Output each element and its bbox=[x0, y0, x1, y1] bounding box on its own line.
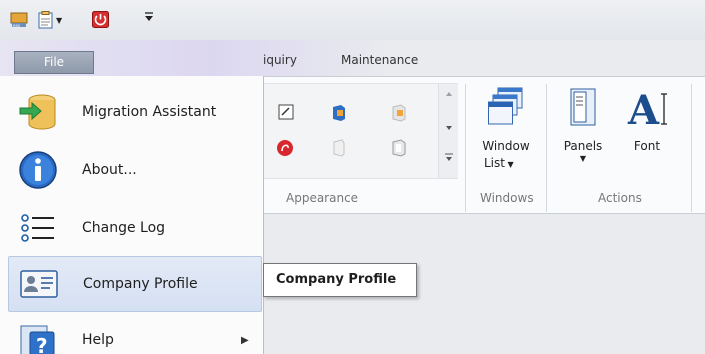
panels-label: Panels bbox=[563, 139, 603, 153]
font-button[interactable]: A Font bbox=[618, 84, 676, 184]
svg-text:A: A bbox=[627, 87, 660, 130]
clipboard-button[interactable]: ▼ bbox=[38, 11, 62, 29]
theme-icon-5[interactable] bbox=[331, 139, 347, 157]
power-icon bbox=[92, 11, 109, 28]
gallery-scrollbar[interactable] bbox=[438, 84, 458, 178]
customize-qat-icon bbox=[145, 12, 153, 21]
theme-icon-2[interactable] bbox=[331, 104, 347, 122]
chevron-right-icon: ▶ bbox=[241, 334, 249, 346]
font-label: Font bbox=[633, 139, 661, 153]
chevron-down-icon: ▼ bbox=[56, 15, 63, 25]
group-label-windows: Windows bbox=[480, 191, 534, 205]
customize-qat-button[interactable] bbox=[144, 9, 154, 23]
font-icon: A bbox=[627, 87, 667, 130]
menu-item-label: Migration Assistant bbox=[82, 104, 217, 120]
info-icon bbox=[19, 151, 57, 189]
menu-item-change-log[interactable]: Change Log bbox=[8, 200, 262, 256]
window-list-label-line1: Window bbox=[482, 139, 530, 153]
database-arrow-icon bbox=[19, 94, 56, 130]
menu-item-label: Help bbox=[82, 332, 114, 348]
list-icon bbox=[21, 214, 54, 242]
clipboard-icon bbox=[38, 11, 53, 29]
group-separator bbox=[465, 84, 466, 212]
id-card-icon bbox=[20, 270, 58, 298]
panels-icon bbox=[570, 88, 596, 126]
menu-item-about[interactable]: About... bbox=[8, 142, 262, 198]
theme-icon-6[interactable] bbox=[391, 139, 407, 157]
menu-item-label: About... bbox=[82, 162, 137, 178]
menu-item-label: Change Log bbox=[82, 220, 166, 236]
menu-item-migration-assistant[interactable]: Migration Assistant bbox=[8, 84, 262, 140]
svg-text:?: ? bbox=[36, 334, 48, 354]
panels-button[interactable]: Panels ▼ bbox=[558, 84, 608, 184]
theme-icon-4[interactable] bbox=[276, 139, 293, 157]
group-label-actions: Actions bbox=[598, 191, 642, 205]
chevron-down-icon: ▼ bbox=[579, 154, 587, 163]
tooltip: Company Profile bbox=[263, 263, 417, 297]
ribbon-tab-row: iquiry Maintenance bbox=[0, 40, 705, 76]
group-separator bbox=[691, 84, 692, 212]
chevron-down-icon: ▼ bbox=[504, 160, 514, 169]
menu-item-help[interactable]: ? Help ▶ bbox=[8, 312, 262, 354]
group-label-appearance: Appearance bbox=[286, 191, 359, 205]
window-list-button[interactable]: Window List ▼ bbox=[475, 84, 537, 184]
appearance-gallery[interactable] bbox=[262, 83, 458, 179]
theme-icon-1[interactable] bbox=[278, 104, 294, 122]
file-menu: Migration Assistant About... Change Log bbox=[0, 76, 264, 354]
menu-item-company-profile[interactable]: Company Profile bbox=[8, 256, 262, 312]
menu-item-label: Company Profile bbox=[83, 276, 198, 292]
tab-inquiry[interactable]: iquiry bbox=[263, 53, 297, 67]
window-list-label-line2: List bbox=[484, 156, 505, 170]
quick-access-toolbar: eso ▼ bbox=[0, 0, 705, 40]
app-icon[interactable]: eso bbox=[10, 11, 28, 29]
help-icon: ? bbox=[20, 325, 55, 354]
group-separator bbox=[546, 84, 547, 212]
tab-file[interactable]: File bbox=[14, 51, 94, 74]
tab-maintenance[interactable]: Maintenance bbox=[341, 53, 418, 67]
svg-text:eso: eso bbox=[13, 23, 21, 28]
theme-icon-3[interactable] bbox=[391, 104, 407, 122]
power-button[interactable] bbox=[92, 11, 109, 28]
window-stack-icon bbox=[488, 87, 523, 125]
